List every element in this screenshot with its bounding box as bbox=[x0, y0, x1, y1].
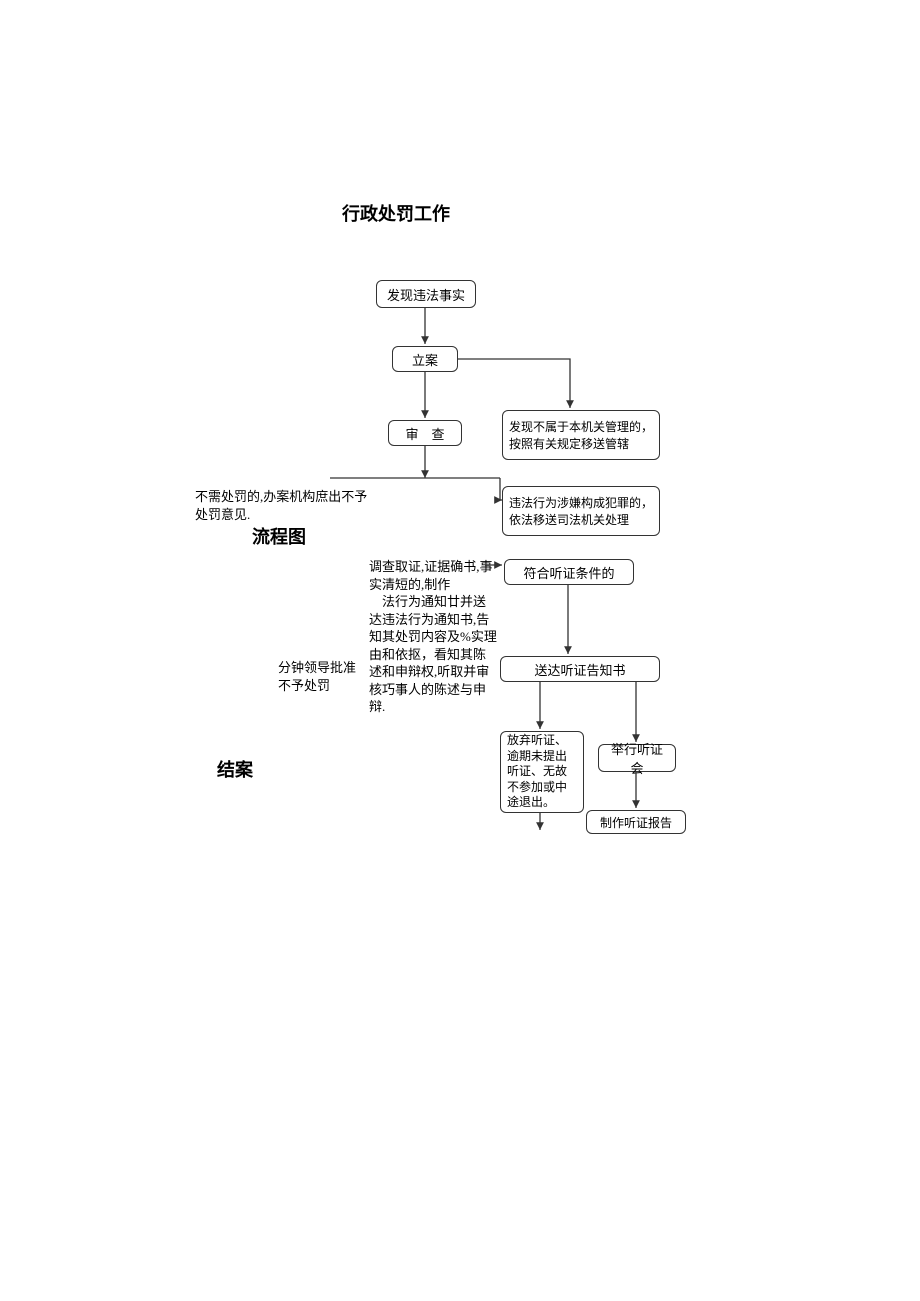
node-transfer-jurisdiction: 发现不属于本机关管理的，按照有关规定移送管辖 bbox=[502, 410, 660, 460]
node-review: 审 查 bbox=[388, 420, 462, 446]
node-hearing-condition: 符合听证条件的 bbox=[504, 559, 634, 585]
node-hearing-report: 制作听证报告 bbox=[586, 810, 686, 834]
annot-approve-no-punish: 分钟领导批准不予处罚 bbox=[278, 659, 358, 694]
node-discover: 发现违法事实 bbox=[376, 280, 476, 308]
annot-investigation: 调查取证,证据确书,事实清短的,制作 法行为通知廿并送达违法行为通知书,告知其处… bbox=[369, 558, 497, 716]
annot-no-punish: 不需处罚的,办案机构庶出不予处罚意见. bbox=[195, 488, 370, 523]
node-waive-hearing: 放弃听证、逾期未提出听证、无故不参加或中途退出。 bbox=[500, 731, 584, 813]
node-file-case: 立案 bbox=[392, 346, 458, 372]
node-notice-delivery: 送达听证告知书 bbox=[500, 656, 660, 682]
node-hold-hearing: 举行听证会 bbox=[598, 744, 676, 772]
page-title: 行政处罚工作 bbox=[342, 200, 450, 226]
label-flowchart: 流程图 bbox=[252, 523, 306, 549]
node-criminal-transfer: 违法行为涉嫌构成犯罪的，依法移送司法机关处理 bbox=[502, 486, 660, 536]
label-closing: 结案 bbox=[217, 756, 253, 782]
